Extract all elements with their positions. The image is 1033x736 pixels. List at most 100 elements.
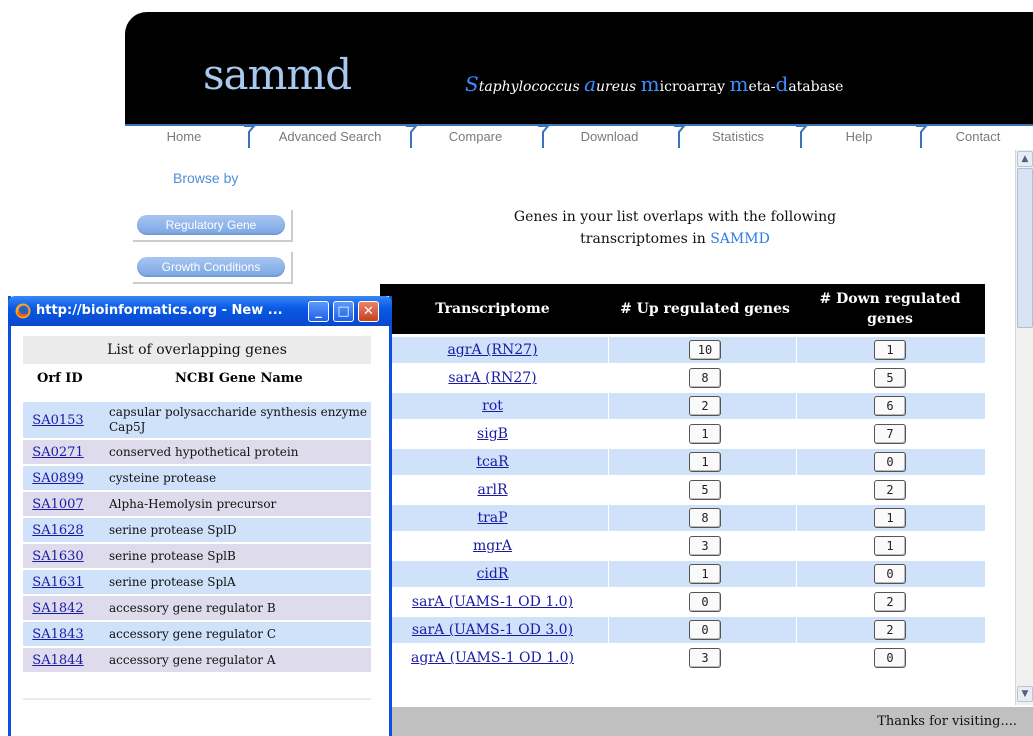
transcriptome-link[interactable]: mgrA — [473, 538, 512, 554]
gene-name-cell: Alpha-Hemolysin precursor — [109, 496, 277, 511]
scroll-down-icon[interactable]: ▼ — [1017, 686, 1033, 702]
up-regulated-cell: 2 — [615, 393, 795, 419]
transcriptome-link[interactable]: cidR — [477, 566, 509, 582]
down-regulated-count-button[interactable]: 1 — [874, 508, 906, 528]
tab-compare[interactable]: Compare — [413, 126, 538, 148]
transcriptome-link[interactable]: agrA (UAMS-1 OD 1.0) — [411, 650, 574, 666]
list-item: SA0271 conserved hypothetical protein — [23, 440, 371, 464]
up-regulated-count-button[interactable]: 10 — [689, 340, 721, 360]
transcriptome-link[interactable]: sigB — [477, 426, 508, 442]
tagline-word: taphylococcus — [478, 79, 585, 95]
table-row: mgrA 3 1 — [380, 533, 985, 559]
column-divider — [796, 533, 797, 559]
column-divider — [796, 589, 797, 615]
tab-statistics[interactable]: Statistics — [683, 126, 793, 148]
orf-id-link[interactable]: SA1844 — [32, 653, 83, 668]
orf-id-cell: SA1007 — [23, 492, 93, 516]
down-regulated-count-button[interactable]: 0 — [874, 452, 906, 472]
minimize-icon[interactable]: _ — [308, 301, 329, 322]
table-row: agrA (UAMS-1 OD 1.0) 3 0 — [380, 645, 985, 671]
down-regulated-count-button[interactable]: 7 — [874, 424, 906, 444]
transcriptome-link[interactable]: rot — [482, 398, 503, 414]
column-divider — [608, 477, 609, 503]
orf-id-link[interactable]: SA1007 — [32, 497, 83, 512]
intro-line-1: Genes in your list overlaps with the fol… — [513, 209, 837, 225]
up-regulated-cell: 0 — [615, 617, 795, 643]
scroll-up-icon[interactable]: ▲ — [1017, 151, 1033, 167]
orf-id-link[interactable]: SA0271 — [32, 445, 83, 460]
transcriptome-table-header: Transcriptome # Up regulated genes # Dow… — [380, 284, 985, 334]
orf-id-link[interactable]: SA1628 — [32, 523, 83, 538]
down-regulated-count-button[interactable]: 0 — [874, 648, 906, 668]
down-regulated-count-button[interactable]: 6 — [874, 396, 906, 416]
page-scrollbar[interactable]: ▲ ▼ — [1015, 150, 1033, 705]
tab-advanced-search[interactable]: Advanced Search — [255, 126, 405, 148]
regulatory-gene-button[interactable]: Regulatory Gene — [137, 215, 285, 235]
table-row: agrA (RN27) 10 1 — [380, 337, 985, 363]
up-regulated-count-button[interactable]: 1 — [689, 452, 721, 472]
tab-divider — [243, 124, 255, 148]
down-regulated-count-button[interactable]: 2 — [874, 592, 906, 612]
up-regulated-count-button[interactable]: 0 — [689, 592, 721, 612]
transcriptome-link[interactable]: sarA (UAMS-1 OD 3.0) — [412, 622, 573, 638]
transcriptome-link[interactable]: arlR — [477, 482, 507, 498]
transcriptome-link[interactable]: tcaR — [476, 454, 508, 470]
column-divider — [796, 645, 797, 671]
orf-id-cell: SA1843 — [23, 622, 93, 646]
transcriptome-cell: cidR — [380, 561, 605, 587]
scrollbar-thumb[interactable] — [1017, 168, 1033, 328]
orf-id-link[interactable]: SA1630 — [32, 549, 83, 564]
transcriptome-cell: sigB — [380, 421, 605, 447]
tab-download[interactable]: Download — [547, 126, 672, 148]
up-regulated-count-button[interactable]: 0 — [689, 620, 721, 640]
up-regulated-count-button[interactable]: 3 — [689, 536, 721, 556]
down-regulated-cell: 2 — [800, 617, 980, 643]
popup-titlebar[interactable]: http://bioinformatics.org - New ... _ □ … — [8, 296, 392, 326]
down-regulated-count-button[interactable]: 5 — [874, 368, 906, 388]
popup-divider — [23, 698, 371, 700]
up-regulated-count-button[interactable]: 3 — [689, 648, 721, 668]
transcriptome-cell: mgrA — [380, 533, 605, 559]
down-regulated-count-button[interactable]: 2 — [874, 480, 906, 500]
footer-text: Thanks for visiting.... — [877, 714, 1017, 729]
orf-id-link[interactable]: SA0899 — [32, 471, 83, 486]
up-regulated-cell: 3 — [615, 645, 795, 671]
up-regulated-count-button[interactable]: 8 — [689, 508, 721, 528]
transcriptome-link[interactable]: sarA (UAMS-1 OD 1.0) — [412, 594, 573, 610]
down-regulated-count-button[interactable]: 1 — [874, 536, 906, 556]
tab-home[interactable]: Home — [125, 126, 243, 148]
transcriptome-link[interactable]: traP — [477, 510, 507, 526]
tagline-initial: d — [775, 72, 789, 96]
gene-name-cell: accessory gene regulator B — [109, 600, 276, 615]
down-regulated-cell: 6 — [800, 393, 980, 419]
close-icon[interactable]: ✕ — [358, 301, 379, 322]
down-regulated-count-button[interactable]: 0 — [874, 564, 906, 584]
orf-id-link[interactable]: SA1843 — [32, 627, 83, 642]
tab-contact[interactable]: Contact — [923, 126, 1033, 148]
gene-name-cell: serine protease SplD — [109, 522, 237, 537]
firefox-icon — [15, 303, 31, 319]
down-regulated-cell: 7 — [800, 421, 980, 447]
maximize-icon[interactable]: □ — [333, 301, 354, 322]
growth-conditions-button[interactable]: Growth Conditions — [137, 257, 285, 277]
tab-help[interactable]: Help — [805, 126, 913, 148]
up-regulated-count-button[interactable]: 2 — [689, 396, 721, 416]
table-row: sarA (UAMS-1 OD 3.0) 0 2 — [380, 617, 985, 643]
transcriptome-cell: agrA (RN27) — [380, 337, 605, 363]
popup-heading-box: List of overlapping genes — [23, 336, 371, 364]
orf-id-link[interactable]: SA1631 — [32, 575, 83, 590]
down-regulated-count-button[interactable]: 2 — [874, 620, 906, 640]
transcriptome-link[interactable]: agrA (RN27) — [447, 342, 537, 358]
up-regulated-count-button[interactable]: 5 — [689, 480, 721, 500]
up-regulated-count-button[interactable]: 1 — [689, 564, 721, 584]
orf-id-link[interactable]: SA0153 — [32, 413, 83, 428]
up-regulated-count-button[interactable]: 1 — [689, 424, 721, 444]
up-regulated-count-button[interactable]: 8 — [689, 368, 721, 388]
list-item: SA1843 accessory gene regulator C — [23, 622, 371, 646]
transcriptome-link[interactable]: sarA (RN27) — [448, 370, 536, 386]
tab-divider — [673, 124, 685, 148]
down-regulated-count-button[interactable]: 1 — [874, 340, 906, 360]
up-regulated-cell: 8 — [615, 365, 795, 391]
site-logo[interactable]: sammd — [203, 50, 352, 99]
orf-id-link[interactable]: SA1842 — [32, 601, 83, 616]
